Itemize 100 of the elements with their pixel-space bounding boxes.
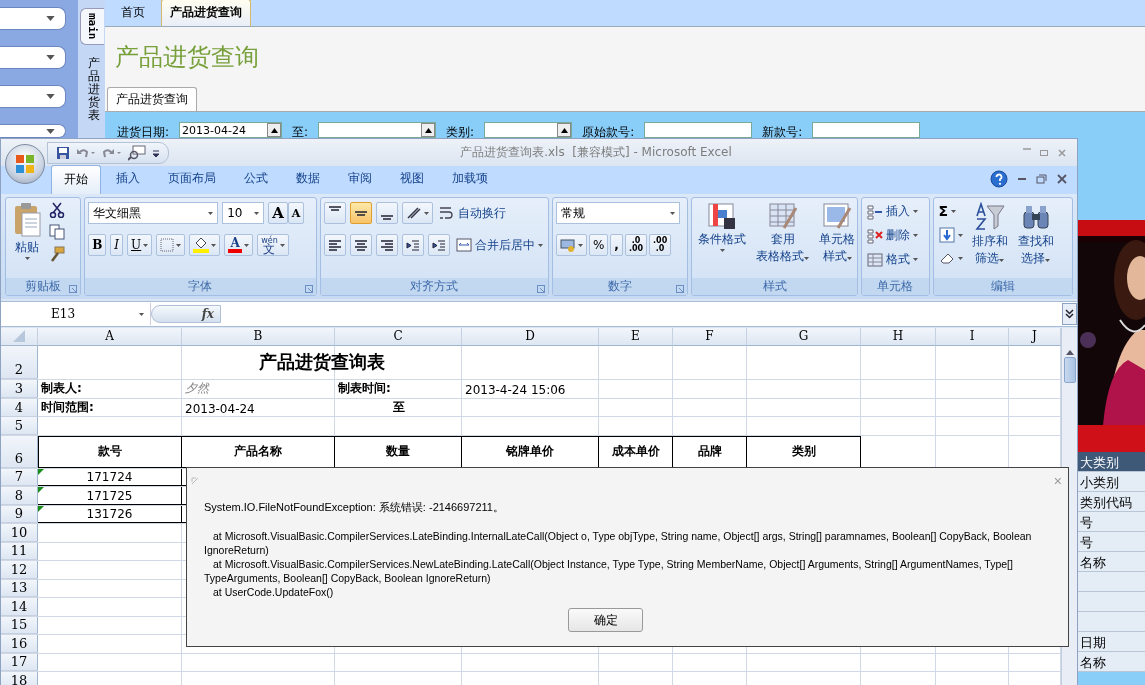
ribbon-tab[interactable]: 加载项 bbox=[439, 164, 501, 194]
dropdown-field[interactable] bbox=[0, 85, 66, 108]
delete-cells-button[interactable]: 删除 bbox=[865, 226, 921, 245]
shrink-font-button[interactable]: A bbox=[287, 202, 305, 224]
corner-triangle-icon bbox=[13, 330, 25, 342]
minimize-icon bbox=[1018, 178, 1026, 180]
dropdown-field[interactable] bbox=[0, 46, 66, 69]
align-right-button[interactable] bbox=[375, 234, 398, 256]
page-title: 产品进货查询 bbox=[115, 42, 259, 73]
date-field[interactable]: 2013-04-24 bbox=[179, 122, 283, 138]
list-item[interactable]: 日期 bbox=[1078, 632, 1145, 652]
vertical-align-button[interactable] bbox=[349, 202, 372, 224]
ribbon-tab[interactable]: 页面布局 bbox=[155, 164, 229, 194]
fill-button[interactable] bbox=[936, 226, 965, 244]
dropdown-field[interactable] bbox=[0, 124, 66, 138]
field-label: 进货日期: bbox=[117, 124, 170, 141]
underline-button[interactable]: U bbox=[127, 234, 153, 256]
align-center-button[interactable] bbox=[349, 234, 372, 256]
redo-icon bbox=[102, 146, 122, 159]
ribbon-tab[interactable]: 公式 bbox=[231, 164, 281, 194]
conditional-format-button[interactable]: 条件格式 bbox=[695, 202, 750, 274]
wrap-text-button[interactable]: 自动换行 bbox=[436, 203, 508, 223]
decrease-decimal-button[interactable]: .00 .0 bbox=[649, 234, 672, 256]
ribbon-tab[interactable]: 视图 bbox=[387, 164, 437, 194]
align-left-button[interactable] bbox=[323, 234, 346, 256]
help-icon bbox=[990, 170, 1008, 188]
group-label: 剪贴板 bbox=[25, 278, 62, 295]
outdent-icon bbox=[405, 239, 420, 251]
format-cells-button[interactable]: 格式 bbox=[865, 250, 921, 269]
caret-icon bbox=[957, 256, 963, 260]
ok-button[interactable]: 确定 bbox=[568, 608, 643, 632]
decrease-indent-button[interactable] bbox=[401, 234, 424, 256]
list-item[interactable]: 号 bbox=[1078, 512, 1145, 532]
date-field[interactable] bbox=[484, 122, 573, 138]
list-item[interactable]: 小类别 bbox=[1078, 472, 1145, 492]
find-select-button[interactable]: 查找和 选择 bbox=[1014, 202, 1057, 274]
merge-center-button[interactable]: 合并后居中 bbox=[453, 235, 545, 255]
insert-cells-button[interactable]: 插入 bbox=[865, 202, 921, 221]
column-header[interactable]: E bbox=[599, 328, 673, 346]
cell-styles-button[interactable]: 单元格 样式 bbox=[816, 202, 859, 274]
dropdown-field[interactable] bbox=[0, 7, 66, 30]
autosum-button[interactable]: Σ bbox=[936, 202, 965, 220]
phonetic-guide-button[interactable]: wén 文 bbox=[257, 234, 289, 256]
vertical-align-button[interactable] bbox=[375, 202, 398, 224]
column-header[interactable]: F bbox=[673, 328, 747, 346]
grow-font-button[interactable]: A bbox=[268, 202, 288, 224]
list-item[interactable]: 类别代码 bbox=[1078, 492, 1145, 512]
side-tab[interactable]: main bbox=[79, 8, 104, 45]
column-header[interactable]: I bbox=[936, 328, 1009, 346]
column-header[interactable]: B bbox=[182, 328, 335, 346]
select-all-corner[interactable] bbox=[1, 328, 38, 346]
column-header[interactable]: J bbox=[1009, 328, 1061, 346]
page-tab[interactable]: 首页 bbox=[113, 0, 153, 26]
percent-button[interactable]: % bbox=[588, 234, 609, 256]
caret-icon bbox=[913, 210, 919, 213]
font-color-button[interactable]: A bbox=[224, 234, 254, 256]
insert-function-button[interactable]: fx bbox=[151, 305, 221, 323]
input-field[interactable] bbox=[812, 122, 921, 138]
orientation-button[interactable] bbox=[401, 202, 433, 224]
side-tab[interactable]: 产品进货表 bbox=[85, 52, 98, 127]
fill-color-button[interactable] bbox=[189, 234, 221, 256]
section-tab[interactable]: 产品进货查询 bbox=[107, 87, 197, 111]
increase-indent-button[interactable] bbox=[427, 234, 450, 256]
column-header[interactable]: A bbox=[38, 328, 182, 346]
table-cell-text: 时间范围: bbox=[40, 398, 95, 416]
increase-decimal-button[interactable]: .0 .00 bbox=[624, 234, 648, 256]
scroll-thumb[interactable] bbox=[1063, 357, 1076, 383]
bold-button[interactable]: B bbox=[88, 234, 107, 256]
column-header[interactable]: H bbox=[861, 328, 936, 346]
date-field[interactable] bbox=[318, 122, 437, 138]
list-item[interactable]: 名称 bbox=[1078, 652, 1145, 672]
caret-icon bbox=[577, 243, 583, 247]
column-header[interactable]: D bbox=[462, 328, 599, 346]
conditional-format-icon bbox=[707, 202, 738, 230]
list-item[interactable]: 大类别 bbox=[1078, 452, 1145, 472]
page-tab[interactable]: 产品进货查询 bbox=[161, 0, 251, 26]
list-item[interactable]: 名称 bbox=[1078, 552, 1145, 572]
minimize-icon bbox=[1023, 147, 1031, 150]
table-cell-text: 至 bbox=[391, 398, 406, 416]
row-header: 5 bbox=[1, 417, 38, 435]
input-field[interactable] bbox=[644, 122, 753, 138]
column-header[interactable]: C bbox=[335, 328, 462, 346]
name-box[interactable]: E13 bbox=[1, 303, 151, 325]
number-format-field[interactable]: 常规 bbox=[555, 202, 680, 224]
ribbon-tab[interactable]: 插入 bbox=[103, 164, 153, 194]
accounting-format-button[interactable] bbox=[555, 234, 587, 256]
ribbon-tab[interactable]: 数据 bbox=[283, 164, 333, 194]
font-size-field[interactable]: 10 bbox=[222, 202, 265, 224]
paste-button[interactable]: 粘贴 bbox=[9, 202, 45, 274]
list-item[interactable]: 号 bbox=[1078, 532, 1145, 552]
comma-button[interactable]: , bbox=[610, 234, 623, 256]
vertical-align-button[interactable] bbox=[323, 202, 346, 224]
font-name-field[interactable]: 华文细黑 bbox=[88, 202, 219, 224]
ribbon-tab[interactable]: 开始 bbox=[51, 165, 101, 194]
italic-button[interactable]: I bbox=[110, 234, 124, 256]
format-as-table-button[interactable]: 套用 表格格式 bbox=[753, 202, 813, 274]
expand-formula-button[interactable] bbox=[1062, 303, 1077, 325]
ribbon-tab[interactable]: 审阅 bbox=[335, 164, 385, 194]
column-header[interactable]: G bbox=[747, 328, 861, 346]
sort-filter-button[interactable]: 排序和 筛选 bbox=[968, 202, 1011, 274]
